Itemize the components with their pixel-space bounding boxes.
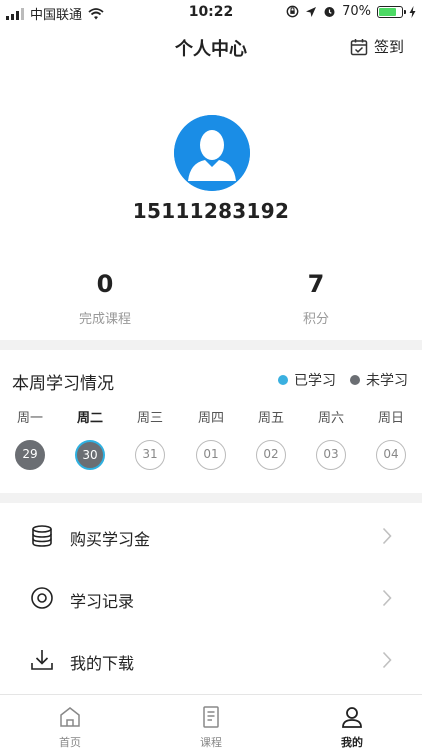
document-icon [203,706,219,728]
legend-learned: 已学习 [278,370,336,390]
tab-home[interactable]: 首页 [0,695,140,751]
menu-label: 购买学习金 [70,530,151,549]
tab-bar: 首页 课程 我的 [0,694,422,751]
day-date: 04 [376,440,406,470]
menu-item-buy-study-gold[interactable]: 购买学习金 [0,505,422,567]
day-name: 周四 [197,411,224,426]
user-icon [342,707,362,728]
status-bar: 中国联通 10:22 70% [0,0,422,24]
week-days: 周一 29 周二 30 周三 31 周四 01 周五 02 周六 03 周日 0… [0,407,422,477]
checkin-button[interactable]: 签到 [350,36,404,57]
legend-label: 已学习 [294,373,336,389]
menu-list: 购买学习金 学习记录 我的下载 [0,505,422,691]
home-icon [60,707,80,727]
stat-label: 积分 [302,312,329,327]
tab-courses[interactable]: 课程 [141,695,281,751]
menu-label: 我的下载 [70,654,135,673]
charging-icon [409,5,416,18]
legend-not-learned: 未学习 [350,370,408,390]
battery-percent: 70% [342,4,371,19]
tab-mine[interactable]: 我的 [282,695,422,751]
day-tue[interactable]: 周二 30 [60,407,120,470]
calendar-check-icon [350,38,368,55]
section-divider [0,340,422,350]
default-user-icon [174,115,250,191]
day-date: 31 [135,440,165,470]
stat-completed-courses[interactable]: 0 完成课程 [35,270,175,327]
day-date: 30 [75,440,105,470]
day-date: 01 [196,440,226,470]
day-sat[interactable]: 周六 03 [301,407,361,470]
day-date: 29 [15,440,45,470]
day-fri[interactable]: 周五 02 [241,407,301,470]
legend: 已学习 未学习 [278,370,408,390]
day-name: 周五 [257,411,284,426]
chevron-right-icon [382,527,392,545]
day-date: 03 [316,440,346,470]
nav-bar: 个人中心 签到 [0,24,422,70]
stat-label: 完成课程 [78,312,131,327]
day-name: 周三 [136,411,163,426]
menu-item-my-downloads[interactable]: 我的下载 [0,629,422,691]
day-thu[interactable]: 周四 01 [181,407,241,470]
battery-icon [377,5,406,18]
stat-value: 7 [307,270,325,298]
eye-icon [31,587,53,609]
weekly-learning-section: 本周学习情况 已学习 未学习 周一 29 周二 30 周三 31 周四 01 周… [0,350,422,490]
legend-label: 未学习 [366,373,408,389]
day-wed[interactable]: 周三 31 [120,407,180,470]
day-date: 02 [256,440,286,470]
tab-label: 首页 [59,736,81,749]
alarm-icon [324,7,335,17]
stats-row: 0 完成课程 7 积分 [0,270,422,330]
weekly-title: 本周学习情况 [12,374,114,394]
legend-dot [350,375,360,385]
chevron-right-icon [382,589,392,607]
lock-rotation-icon [286,5,299,18]
checkin-label: 签到 [373,38,404,56]
profile-section: 15111283192 0 完成课程 7 积分 [0,70,422,340]
day-name: 周日 [377,411,404,426]
download-icon [31,650,53,670]
day-mon[interactable]: 周一 29 [0,407,60,470]
tab-label: 我的 [341,736,363,749]
day-name: 周二 [76,411,103,426]
database-icon [32,525,52,547]
menu-label: 学习记录 [70,592,135,611]
stat-points[interactable]: 7 积分 [246,270,386,327]
section-divider [0,493,422,503]
tab-label: 课程 [200,736,222,749]
legend-dot [278,375,288,385]
user-phone: 15111283192 [132,199,290,223]
stat-value: 0 [96,270,114,298]
day-name: 周六 [317,411,344,426]
avatar[interactable] [174,115,250,191]
menu-item-study-record[interactable]: 学习记录 [0,567,422,629]
day-sun[interactable]: 周日 04 [361,407,421,470]
day-name: 周一 [16,411,43,426]
chevron-right-icon [382,651,392,669]
location-icon [306,6,317,17]
